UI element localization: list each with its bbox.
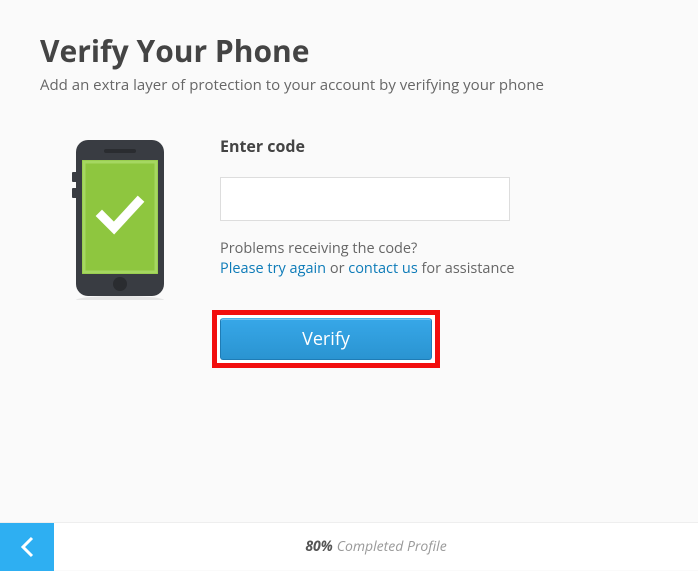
phone-verified-icon [70,135,180,305]
code-input[interactable] [220,177,510,221]
verify-button[interactable]: Verify [220,318,432,360]
or-text: or [326,259,348,278]
chevron-left-icon [20,536,34,558]
footer-bar: 80% Completed Profile [0,522,698,570]
page-title: Verify Your Phone [40,30,658,71]
enter-code-label: Enter code [220,135,530,157]
help-text: Problems receiving the code? Please try … [220,239,530,278]
progress-percent: 80% [305,537,332,556]
progress-label: Completed Profile [337,537,447,556]
page-subtitle: Add an extra layer of protection to your… [40,75,658,95]
try-again-link[interactable]: Please try again [220,259,326,278]
assistance-text: for assistance [418,259,515,278]
verify-highlight: Verify [212,310,440,368]
contact-us-link[interactable]: contact us [348,259,417,278]
problems-text: Problems receiving the code? [220,239,417,258]
back-button[interactable] [0,523,54,571]
